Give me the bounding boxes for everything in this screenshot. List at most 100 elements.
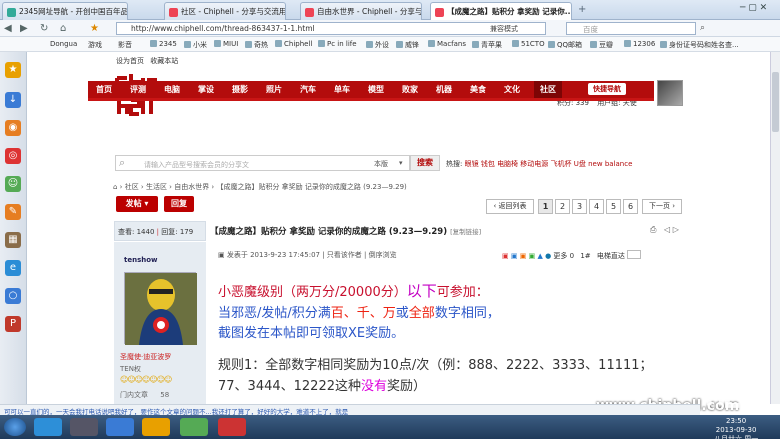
- share-icon[interactable]: ▣: [529, 252, 536, 260]
- search-button[interactable]: 搜索: [410, 155, 440, 171]
- back-icon[interactable]: ◀: [4, 23, 12, 34]
- nav-item[interactable]: 汽车: [300, 84, 316, 95]
- home-icon[interactable]: ⌂: [60, 23, 66, 34]
- browser-search-input[interactable]: 百度: [566, 22, 696, 35]
- author-name[interactable]: tenshow: [124, 256, 158, 264]
- ie-icon[interactable]: e: [5, 260, 21, 276]
- share-icon[interactable]: ●: [545, 252, 551, 260]
- window-controls-icon[interactable]: ─ ▢ ✕: [740, 3, 767, 13]
- nav-item-community[interactable]: 社区: [534, 81, 562, 98]
- hot-word[interactable]: 眼镜: [465, 160, 479, 168]
- rss-icon[interactable]: ◉: [5, 120, 21, 136]
- hot-word[interactable]: 钱包: [481, 160, 495, 168]
- bookmark[interactable]: 2345: [150, 40, 177, 48]
- weibo-icon[interactable]: ◎: [5, 148, 21, 164]
- bookmark[interactable]: 青苹果: [472, 40, 502, 50]
- page-link[interactable]: 3: [572, 199, 587, 214]
- smile-icon[interactable]: ☺: [5, 176, 21, 192]
- nav-item[interactable]: 电脑: [164, 84, 180, 95]
- bookmark[interactable]: Chiphell: [275, 40, 312, 48]
- image-icon[interactable]: ▦: [5, 232, 21, 248]
- chevron-down-icon[interactable]: ▾: [399, 159, 403, 167]
- set-homepage-link[interactable]: 设为首页: [116, 57, 144, 65]
- bookmark[interactable]: QQ邮箱: [548, 40, 582, 50]
- page-link[interactable]: 4: [589, 199, 604, 214]
- nav-item[interactable]: 首页: [96, 84, 112, 95]
- hot-word[interactable]: 飞机杯: [551, 160, 572, 168]
- bookmark[interactable]: MIUI: [214, 40, 238, 48]
- taskbar-app-icon[interactable]: [106, 418, 134, 436]
- tab-free-water[interactable]: 自由水世界 - Chiphell - 分享与...: [300, 2, 422, 20]
- bookmark[interactable]: Dongua: [50, 40, 77, 48]
- hot-word[interactable]: 移动电源: [520, 160, 548, 168]
- search-scope-select[interactable]: 本版: [374, 159, 388, 169]
- nav-item[interactable]: 摄影: [232, 84, 248, 95]
- forum-search-input[interactable]: ⌕ 请输入产品型号搜索会员的分享文 本版 ▾: [115, 155, 410, 171]
- bookmark-site-link[interactable]: 收藏本站: [150, 57, 178, 65]
- page-link[interactable]: 5: [606, 199, 621, 214]
- nav-item[interactable]: 评测: [130, 84, 146, 95]
- share-icon[interactable]: ▣: [511, 252, 518, 260]
- star-icon[interactable]: ★: [90, 23, 99, 34]
- quick-nav-button[interactable]: 快捷导航: [588, 83, 626, 95]
- nav-item[interactable]: 照片: [266, 84, 282, 95]
- nav-item[interactable]: 单车: [334, 84, 350, 95]
- new-post-button[interactable]: 发帖 ▾: [116, 196, 158, 212]
- bookmark[interactable]: 游戏: [88, 40, 102, 50]
- hot-word[interactable]: 电脑椅: [497, 160, 518, 168]
- jump-to-floor[interactable]: 电梯直达: [597, 252, 625, 260]
- copy-link[interactable]: [复制链接]: [450, 228, 481, 236]
- pin-icon[interactable]: P: [5, 316, 21, 332]
- nav-arrows-icon[interactable]: ◁ ▷: [664, 225, 679, 234]
- taskbar-app-icon[interactable]: [180, 418, 208, 436]
- bookmark[interactable]: Pc in life: [318, 40, 357, 48]
- hot-word[interactable]: U盘: [574, 160, 586, 168]
- refresh-icon[interactable]: ↻: [40, 23, 48, 34]
- bookmark[interactable]: 影音: [118, 40, 132, 50]
- breadcrumb-item[interactable]: 社区: [125, 183, 139, 191]
- bookmark[interactable]: 身份证号码和姓名查...: [660, 40, 739, 50]
- taskbar-app-icon[interactable]: [70, 418, 98, 436]
- page-link[interactable]: 6: [623, 199, 638, 214]
- start-icon[interactable]: [4, 418, 26, 436]
- bookmark[interactable]: 51CTO: [512, 40, 545, 48]
- page-link[interactable]: 1: [538, 199, 553, 214]
- taskbar-app-icon[interactable]: [218, 418, 246, 436]
- bookmark[interactable]: 奇热: [245, 40, 268, 50]
- tab-2345[interactable]: 2345网址导航 - 开创中国百年品...: [2, 2, 128, 20]
- bookmark[interactable]: 12306: [624, 40, 655, 48]
- jump-input[interactable]: [627, 250, 642, 259]
- nav-item[interactable]: 美食: [470, 84, 486, 95]
- author-avatar[interactable]: [124, 272, 197, 345]
- reply-button[interactable]: 回复: [164, 196, 194, 212]
- bookmark[interactable]: 豆瓣: [590, 40, 613, 50]
- more-button[interactable]: 更多: [553, 252, 567, 260]
- home-icon[interactable]: ⌂: [113, 183, 117, 191]
- share-icon[interactable]: ▣: [502, 252, 509, 260]
- print-icon[interactable]: ⎙: [650, 225, 656, 235]
- tab-chiphell-community[interactable]: 社区 - Chiphell - 分享与交流用...: [164, 2, 286, 20]
- download-icon[interactable]: ↓: [5, 92, 21, 108]
- breadcrumb-item[interactable]: 生活区: [146, 183, 167, 191]
- new-tab-icon[interactable]: +: [578, 4, 586, 15]
- nav-item[interactable]: 模型: [368, 84, 384, 95]
- nav-item[interactable]: 机器: [436, 84, 452, 95]
- scrollbar[interactable]: [770, 52, 780, 404]
- bookmark[interactable]: 威锋: [396, 40, 419, 50]
- breadcrumb-item[interactable]: 自由水世界: [174, 183, 209, 191]
- search-icon[interactable]: ⌕: [700, 23, 705, 33]
- forward-icon[interactable]: ▶: [20, 23, 28, 34]
- bookmark[interactable]: 小米: [184, 40, 207, 50]
- breadcrumb-item[interactable]: 【成魔之路】贴积分 拿奖励 记录你的成魔之路 (9.23—9.29): [216, 183, 406, 191]
- ring-icon[interactable]: ○: [5, 288, 21, 304]
- share-icon[interactable]: ▲: [537, 252, 542, 260]
- url-input[interactable]: http://www.chiphell.com/thread-863437-1-…: [116, 22, 546, 35]
- clock[interactable]: 23:50 2013-09-30 八月廿六 周一: [714, 417, 758, 444]
- hot-word[interactable]: new balance: [588, 160, 632, 168]
- next-page-button[interactable]: 下一页 ›: [642, 199, 682, 214]
- nav-item[interactable]: 败家: [402, 84, 418, 95]
- taskbar-app-icon[interactable]: [142, 418, 170, 436]
- favorites-icon[interactable]: ★: [5, 62, 21, 78]
- nav-item[interactable]: 掌设: [198, 84, 214, 95]
- page-link[interactable]: 2: [555, 199, 570, 214]
